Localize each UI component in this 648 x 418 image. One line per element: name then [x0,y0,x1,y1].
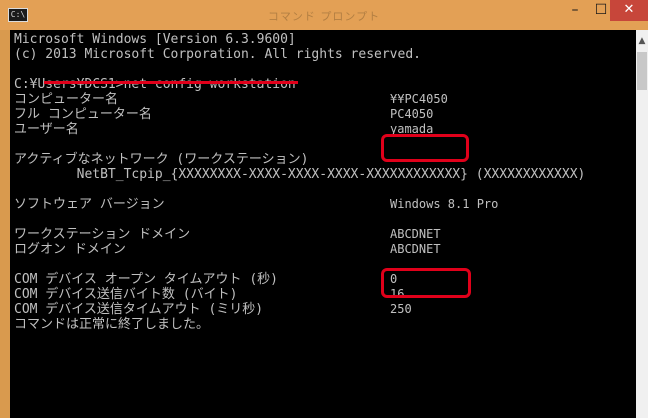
software-version-value: Windows 8.1 Pro [390,197,499,211]
close-button[interactable]: ✕ [610,0,648,21]
command-line: C:¥Users¥DCS1>net config workstation [14,77,296,92]
console-line: ユーザー名 [14,122,79,137]
computer-name-value: ¥¥PC4050 [390,92,448,106]
logon-domain-value: ABCDNET [390,242,441,256]
console-line: COM デバイス送信バイト数 (バイト) [14,287,238,302]
console-line: Microsoft Windows [Version 6.3.9600] [14,32,296,47]
logon-domain-highlight [381,268,471,298]
scroll-thumb[interactable] [637,52,647,90]
console-line: ログオン ドメイン [14,242,126,257]
full-computer-name-value: PC4050 [390,107,434,121]
console-line: フル コンピューター名 [14,107,152,122]
console-line: COM デバイス オープン タイムアウト (秒) [14,272,279,287]
scroll-up-icon[interactable]: ▲ [636,36,648,46]
console-line: コンピューター名 [14,92,119,107]
workstation-domain-value: ABCDNET [390,227,441,241]
window-title: コマンド プロンプト [267,10,381,23]
console-line: NetBT_Tcpip_{XXXXXXXX-XXXX-XXXX-XXXX-XXX… [14,167,586,182]
user-name-highlight [381,134,469,162]
console-line: コマンドは正常に終了しました。 [14,317,210,332]
minimize-button[interactable]: – [562,0,588,21]
console-line: COM デバイス送信タイムアウト (ミリ秒) [14,302,264,317]
console-output[interactable]: Microsoft Windows [Version 6.3.9600] (c)… [10,30,636,418]
com-send-timeout-value: 250 [390,302,412,316]
title-bar[interactable]: C:\ コマンド プロンプト – ☐ ✕ [0,0,648,30]
console-line: アクティブなネットワーク (ワークステーション) [14,152,309,167]
cmd-window: C:\ コマンド プロンプト – ☐ ✕ Microsoft Windows [… [0,0,648,418]
console-line: ソフトウェア バージョン [14,197,165,212]
command-underline [44,81,298,84]
console-line: (c) 2013 Microsoft Corporation. All righ… [14,47,421,62]
vertical-scrollbar[interactable]: ▲ [636,30,648,418]
console-line: ワークステーション ドメイン [14,227,191,242]
